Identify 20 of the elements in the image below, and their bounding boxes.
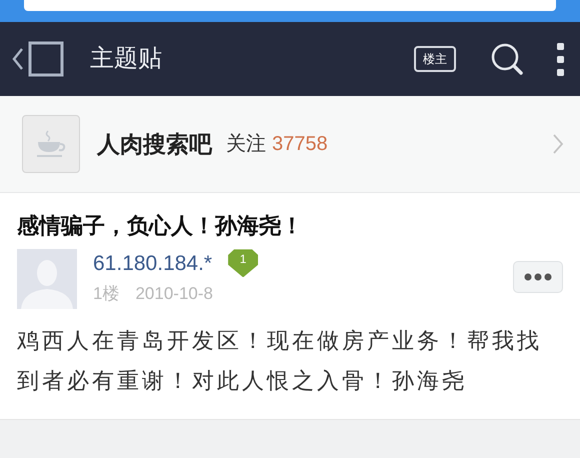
search-icon[interactable] (490, 42, 524, 76)
more-options-button[interactable] (513, 261, 563, 294)
follower-count: 37758 (272, 132, 328, 157)
dots-icon (524, 273, 552, 282)
back-icon[interactable] (12, 47, 24, 71)
level-badge: 1 (228, 249, 258, 278)
address-field[interactable] (24, 0, 556, 11)
post-date: 2010-10-8 (135, 284, 213, 304)
post-title: 感情骗子，负心人！孙海尧！ (17, 213, 304, 240)
author-name[interactable]: 61.180.184.* (93, 250, 212, 276)
forum-header[interactable]: 人肉搜索吧 关注 37758 (0, 96, 580, 193)
follow-label: 关注 (226, 132, 266, 157)
cup-icon (35, 129, 67, 159)
more-icon[interactable] (556, 42, 566, 76)
owner-only-button[interactable]: 楼主 (414, 46, 456, 72)
floor-number: 1楼 (93, 284, 120, 304)
post-content: 鸡西人在青岛开发区！现在做房产业务！帮我找到者必有重谢！对此人恨之入骨！孙海尧 (17, 327, 543, 396)
square-icon[interactable] (28, 41, 64, 77)
page-title: 主题贴 (90, 44, 162, 74)
forum-name: 人肉搜索吧 (97, 130, 212, 159)
